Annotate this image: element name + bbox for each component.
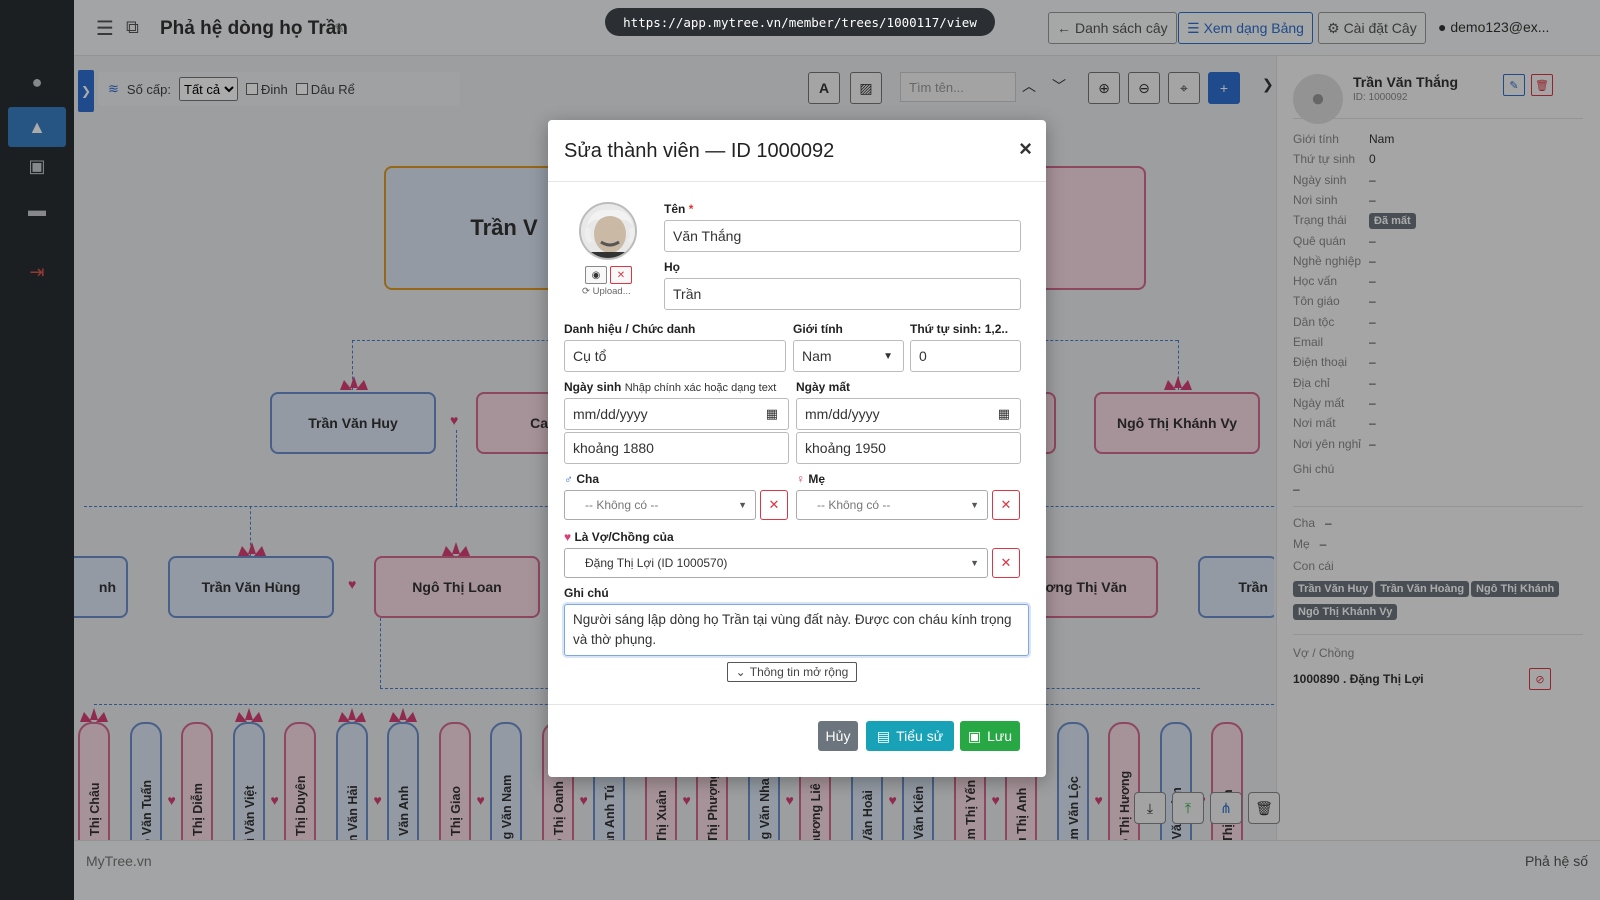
birth-order-input[interactable]: 0 <box>910 340 1021 372</box>
calendar-icon: ▦ <box>765 406 778 421</box>
clear-mother-icon[interactable]: ✕ <box>992 490 1020 520</box>
upload-status: ⟳ Upload... <box>582 286 631 297</box>
death-label: Ngày mất <box>796 380 851 394</box>
floppy-icon: ▣ <box>967 727 982 744</box>
male-icon: ♂ <box>564 472 573 486</box>
gender-select[interactable]: Nam ▼ <box>793 340 904 372</box>
calendar-icon: ▦ <box>997 406 1010 421</box>
clear-spouse-icon[interactable]: ✕ <box>992 548 1020 578</box>
first-name-label: Tên * <box>664 202 694 216</box>
last-name-label: Họ <box>664 260 680 274</box>
spinner-icon: ⟳ <box>582 286 590 297</box>
first-name-input[interactable]: Văn Thắng <box>664 220 1021 252</box>
chevron-down-icon: ⌄ <box>735 665 746 679</box>
cancel-button[interactable]: Hủy <box>818 721 858 751</box>
edit-member-modal: Sửa thành viên — ID 1000092 × ◉ ✕ ⟳ Uplo… <box>548 120 1046 777</box>
title-input[interactable]: Cụ tổ <box>564 340 786 372</box>
note-textarea[interactable]: Người sáng lập dòng họ Trần tại vùng đất… <box>564 604 1029 656</box>
female-icon: ♀ <box>796 472 805 486</box>
heart-icon: ♥ <box>564 530 572 544</box>
spouse-label: ♥ Là Vợ/Chồng của <box>564 530 674 544</box>
biography-button[interactable]: ▤ Tiểu sử <box>866 721 954 751</box>
camera-icon[interactable]: ◉ <box>585 266 607 284</box>
clear-father-icon[interactable]: ✕ <box>760 490 788 520</box>
birth-order-label: Thứ tự sinh: 1,2.. <box>910 322 1009 336</box>
member-photo <box>579 202 637 260</box>
save-button[interactable]: ▣ Lưu <box>960 721 1020 751</box>
mother-label: ♀ Mẹ <box>796 472 826 486</box>
expand-info-button[interactable]: ⌄ Thông tin mở rộng <box>727 662 857 682</box>
close-icon[interactable]: × <box>1019 136 1032 162</box>
modal-footer: Hủy ▤ Tiểu sử ▣ Lưu <box>548 704 1046 777</box>
birth-text-input[interactable]: khoảng 1880 <box>564 432 789 464</box>
modal-title: Sửa thành viên — ID 1000092 <box>564 140 835 162</box>
title-label: Danh hiệu / Chức danh <box>564 322 696 336</box>
father-select[interactable]: -- Không có -- ▼ <box>564 490 756 520</box>
birth-label: Ngày sinh Nhập chính xác hoặc dạng text <box>564 380 777 394</box>
book-icon: ▤ <box>876 727 891 744</box>
url-bar: https://app.mytree.vn/member/trees/10001… <box>605 8 995 36</box>
death-date-input[interactable]: mm/dd/yyyy ▦ <box>796 398 1021 430</box>
last-name-input[interactable]: Trần <box>664 278 1021 310</box>
birth-date-input[interactable]: mm/dd/yyyy ▦ <box>564 398 789 430</box>
spouse-select[interactable]: Đặng Thị Lợi (ID 1000570) ▼ <box>564 548 988 578</box>
mother-select[interactable]: -- Không có -- ▼ <box>796 490 988 520</box>
gender-label: Giới tính <box>793 322 843 336</box>
modal-header: Sửa thành viên — ID 1000092 × <box>548 120 1046 182</box>
note-label: Ghi chú <box>564 586 609 600</box>
father-label: ♂ Cha <box>564 472 600 486</box>
death-text-input[interactable]: khoảng 1950 <box>796 432 1021 464</box>
remove-photo-icon[interactable]: ✕ <box>610 266 632 284</box>
